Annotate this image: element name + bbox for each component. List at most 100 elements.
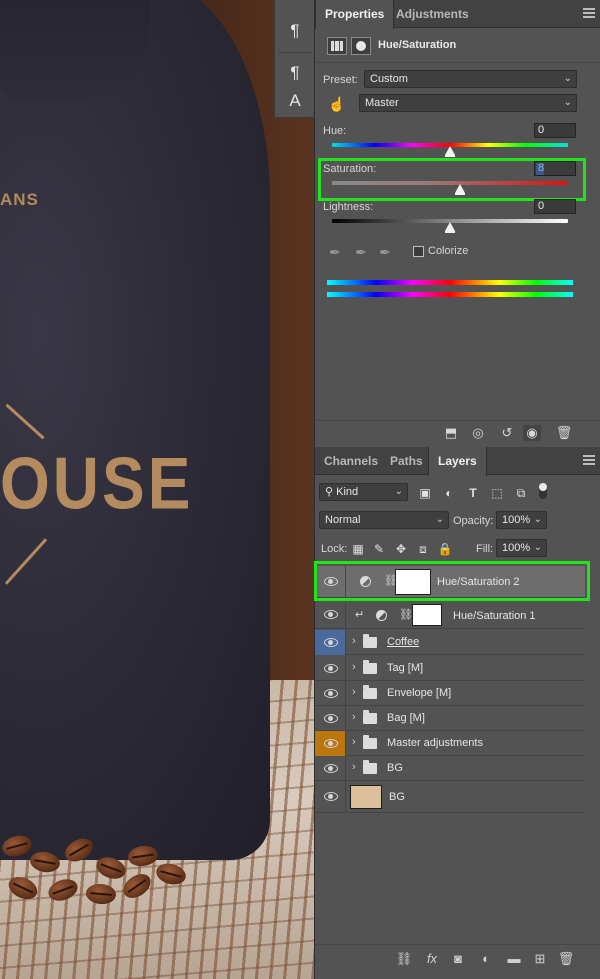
eyedropper-icon[interactable]: ✒ — [329, 244, 347, 260]
view-previous-state-icon[interactable]: ◎ — [469, 425, 487, 441]
new-adjustment-layer-icon[interactable]: ◐ — [477, 951, 495, 967]
adjustment-layer-icon[interactable] — [327, 37, 347, 55]
chevron-right-icon[interactable]: › — [352, 761, 356, 773]
link-layers-icon[interactable]: ⛓ — [395, 951, 413, 967]
colorize-checkbox[interactable] — [413, 246, 424, 257]
blend-mode-dropdown[interactable]: Normal ⌄ — [319, 511, 449, 529]
filter-toggle-switch[interactable] — [539, 483, 547, 499]
layer-filter-dropdown[interactable]: ⚲ Kind ⌄ — [319, 483, 408, 501]
layer-row-master-adjustments[interactable]: › Master adjustments — [315, 731, 585, 756]
lock-transparent-pixels-icon[interactable]: ▦ — [350, 542, 366, 556]
new-layer-icon[interactable]: ⊞ — [531, 951, 549, 967]
chevron-right-icon[interactable]: › — [352, 686, 356, 698]
chevron-down-icon: ⌄ — [563, 97, 572, 108]
eyedropper-minus-icon[interactable]: ✒ — [379, 244, 397, 260]
delete-adjustment-icon[interactable]: 🗑 — [555, 425, 573, 441]
new-group-icon[interactable]: ▬ — [505, 951, 523, 967]
toggle-visibility-icon[interactable]: ◉ — [523, 425, 541, 441]
layer-row-hue-saturation-1[interactable]: ↵ ⛓ Hue/Saturation 1 — [315, 602, 585, 629]
add-mask-icon[interactable]: ◙ — [449, 951, 467, 967]
lock-all-icon[interactable]: 🔒 — [437, 542, 453, 556]
lock-position-icon[interactable]: ✥ — [393, 542, 409, 556]
on-image-adjust-hand-icon[interactable]: ☝ — [328, 96, 345, 112]
folder-icon — [363, 735, 377, 749]
tab-properties[interactable]: Properties — [315, 0, 395, 29]
filter-pixel-icon[interactable]: ▣ — [417, 486, 433, 500]
layer-mask-icon[interactable] — [351, 37, 371, 55]
character-styles-icon[interactable]: A — [284, 90, 306, 112]
chevron-right-icon[interactable]: › — [352, 661, 356, 673]
layer-name[interactable]: Bag [M] — [387, 712, 425, 724]
tab-layers[interactable]: Layers — [428, 447, 487, 476]
hue-slider-thumb[interactable] — [445, 146, 455, 157]
visibility-toggle[interactable] — [315, 756, 346, 781]
opacity-label: Opacity: — [453, 515, 494, 527]
preset-label: Preset: — [323, 74, 358, 86]
paragraph-styles-icon[interactable]: ¶ — [284, 62, 306, 84]
visibility-toggle[interactable] — [315, 630, 346, 655]
visibility-toggle[interactable] — [315, 706, 346, 731]
reset-adjustment-icon[interactable]: ↺ — [498, 425, 516, 441]
saturation-slider-thumb[interactable] — [455, 184, 465, 195]
tab-paths[interactable]: Paths — [381, 447, 432, 475]
delete-layer-icon[interactable]: 🗑 — [557, 951, 575, 967]
chevron-right-icon[interactable]: › — [352, 736, 356, 748]
filter-smart-object-icon[interactable]: ⧉ — [513, 486, 529, 500]
layer-row-tag[interactable]: › Tag [M] — [315, 656, 585, 681]
layer-name[interactable]: BG — [389, 791, 405, 803]
lock-artboard-icon[interactable]: ⧈ — [415, 542, 431, 556]
visibility-toggle[interactable] — [315, 681, 346, 706]
visibility-toggle[interactable] — [315, 656, 346, 681]
hue-value-field[interactable]: 0 — [534, 123, 576, 138]
panel-menu-icon[interactable] — [583, 455, 595, 465]
layers-tabbar: Channels Paths Layers — [315, 447, 600, 476]
layer-style-icon[interactable]: fx — [423, 951, 441, 967]
layer-row-bg[interactable]: BG — [315, 781, 585, 813]
clip-to-layer-icon[interactable]: ⬒ — [442, 425, 460, 441]
visibility-toggle[interactable] — [315, 781, 346, 813]
layer-row-coffee[interactable]: › Coffee — [315, 630, 585, 655]
opacity-field[interactable]: 100% ⌄ — [496, 511, 547, 529]
layer-thumbnail[interactable] — [350, 785, 382, 809]
search-icon: ⚲ — [325, 486, 337, 498]
chevron-right-icon[interactable]: › — [352, 635, 356, 647]
layer-name[interactable]: Envelope [M] — [387, 687, 451, 699]
layer-name[interactable]: Coffee — [387, 636, 419, 648]
paragraph-icon[interactable]: ¶ — [284, 20, 306, 42]
panel-column: Properties Adjustments Hue/Saturation Pr… — [314, 0, 600, 979]
filter-shape-icon[interactable]: ⬚ — [489, 486, 505, 500]
filter-type-icon[interactable]: T — [465, 486, 481, 500]
layer-row-bg-group[interactable]: › BG — [315, 756, 585, 781]
saturation-slider-track[interactable] — [332, 181, 568, 185]
bag-printed-text-large: OUSE — [0, 441, 194, 525]
layer-name[interactable]: Tag [M] — [387, 662, 423, 674]
lightness-value-field[interactable]: 0 — [534, 199, 576, 214]
visibility-toggle[interactable] — [315, 602, 346, 629]
eyedropper-plus-icon[interactable]: ✒ — [355, 244, 373, 260]
chevron-right-icon[interactable]: › — [352, 711, 356, 723]
layer-row-bag[interactable]: › Bag [M] — [315, 706, 585, 731]
folder-icon — [363, 634, 377, 648]
visibility-toggle[interactable] — [315, 731, 346, 756]
properties-footer: ⬒ ◎ ↺ ◉ 🗑 — [315, 420, 600, 444]
lock-image-pixels-icon[interactable]: ✎ — [371, 542, 387, 556]
lock-label: Lock: — [321, 543, 348, 555]
layer-row-envelope[interactable]: › Envelope [M] — [315, 681, 585, 706]
tab-adjustments[interactable]: Adjustments — [387, 0, 478, 28]
floating-panel-toolbar: ¶ ¶ A — [274, 0, 314, 118]
layer-name[interactable]: Master adjustments — [387, 737, 483, 749]
folder-icon — [363, 760, 377, 774]
layer-name[interactable]: Hue/Saturation 1 — [453, 610, 536, 622]
preset-dropdown[interactable]: Custom ⌄ — [364, 70, 577, 88]
eye-icon — [324, 610, 338, 619]
layer-name[interactable]: BG — [387, 762, 403, 774]
channel-dropdown[interactable]: Master ⌄ — [359, 94, 577, 112]
lightness-slider-thumb[interactable] — [445, 222, 455, 233]
layer-mask-thumbnail[interactable] — [412, 604, 442, 626]
document-canvas[interactable]: ANS OUSE — [0, 0, 314, 979]
chevron-down-icon: ⌄ — [533, 514, 542, 525]
tab-channels[interactable]: Channels — [315, 447, 387, 475]
filter-adjustment-icon[interactable]: ◐ — [441, 486, 457, 500]
panel-menu-icon[interactable] — [583, 8, 595, 18]
fill-field[interactable]: 100% ⌄ — [496, 539, 547, 557]
